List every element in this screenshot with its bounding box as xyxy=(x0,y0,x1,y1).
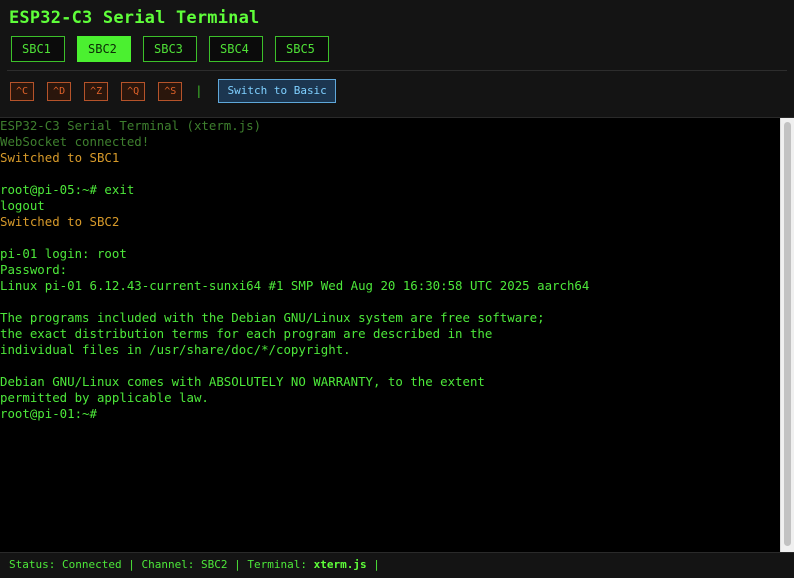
terminal-output[interactable]: ESP32-C3 Serial Terminal (xterm.js) WebSo… xyxy=(0,118,780,552)
status-terminal-name: xterm.js xyxy=(313,558,367,571)
terminal-line: Debian GNU/Linux comes with ABSOLUTELY N… xyxy=(0,374,485,389)
ctrl-d-button[interactable]: ^D xyxy=(47,81,72,101)
terminal-line: logout xyxy=(0,198,45,213)
terminal-line: Password: xyxy=(0,262,68,277)
tab-sbc2[interactable]: SBC2 xyxy=(77,36,131,62)
page-title: ESP32-C3 Serial Terminal xyxy=(9,8,260,28)
switch-to-basic-button[interactable]: Switch to Basic xyxy=(218,79,336,103)
channel-tabs: SBC1 SBC2 SBC3 SBC4 SBC5 xyxy=(11,36,329,62)
terminal-line: Switched to SBC1 xyxy=(0,150,120,165)
ctrl-q-button[interactable]: ^Q xyxy=(121,81,146,101)
tab-sbc1[interactable]: SBC1 xyxy=(11,36,65,62)
terminal-line: root@pi-01:~# xyxy=(0,406,97,421)
terminal-line: Linux pi-01 6.12.43-current-sunxi64 #1 S… xyxy=(0,278,590,293)
control-separator: | xyxy=(195,83,203,98)
scrollbar-thumb[interactable] xyxy=(784,122,791,546)
tab-sbc3[interactable]: SBC3 xyxy=(143,36,197,62)
terminal-line: ESP32-C3 Serial Terminal (xterm.js) xyxy=(0,118,262,133)
terminal-line: The programs included with the Debian GN… xyxy=(0,310,545,325)
header-divider xyxy=(7,70,787,71)
terminal-line: the exact distribution terms for each pr… xyxy=(0,326,493,341)
status-text: Status: Connected | Channel: SBC2 | Term… xyxy=(9,558,314,571)
control-keys: ^C ^D ^Z ^Q ^S | Switch to Basic xyxy=(10,79,336,103)
tab-sbc5[interactable]: SBC5 xyxy=(275,36,329,62)
tab-sbc4[interactable]: SBC4 xyxy=(209,36,263,62)
terminal-line: WebSocket connected! xyxy=(0,134,150,149)
terminal-line: pi-01 login: root xyxy=(0,246,127,261)
status-bar: Status: Connected | Channel: SBC2 | Term… xyxy=(0,552,794,578)
terminal-line: permitted by applicable law. xyxy=(0,390,209,405)
terminal-line: root@pi-05:~# exit xyxy=(0,182,135,197)
header: ESP32-C3 Serial Terminal SBC1 SBC2 SBC3 … xyxy=(0,0,794,118)
ctrl-s-button[interactable]: ^S xyxy=(158,81,183,101)
terminal-line: individual files in /usr/share/doc/*/cop… xyxy=(0,342,351,357)
ctrl-z-button[interactable]: ^Z xyxy=(84,81,109,101)
terminal-scrollbar[interactable] xyxy=(780,118,794,552)
ctrl-c-button[interactable]: ^C xyxy=(10,81,35,101)
status-suffix: | xyxy=(366,558,380,571)
app-window: ESP32-C3 Serial Terminal SBC1 SBC2 SBC3 … xyxy=(0,0,794,578)
terminal-line: Switched to SBC2 xyxy=(0,214,120,229)
